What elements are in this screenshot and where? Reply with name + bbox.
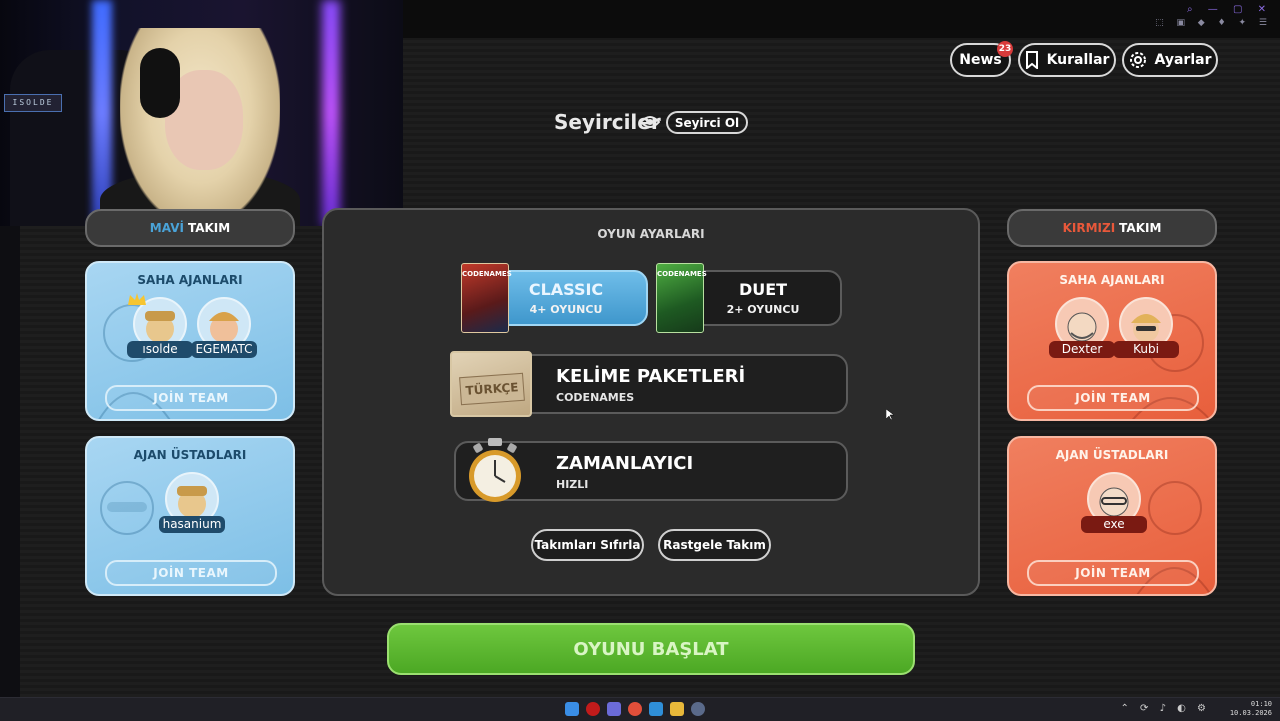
blue-operatives-card: SAHA AJANLARI ısolde EGEMATC JOİN TEAM [85,261,295,421]
word-packs-selection: CODENAMES [556,391,635,404]
red-team-label: TAKIM [1119,221,1162,235]
blue-operatives-title: SAHA AJANLARI [137,273,243,287]
taskbar-apps [565,702,705,716]
blue-team-header: MAVİ TAKIM [85,209,295,247]
start-game-button[interactable]: OYUNU BAŞLAT [387,623,915,675]
timer-title: ZAMANLAYICI [556,453,694,474]
clock-time: 01:10 [1250,700,1272,708]
red-operatives-card: SAHA AJANLARI Dexter Kubi JOİN TEAM [1007,261,1217,421]
red-spymasters-title: AJAN ÜSTADLARI [1055,448,1169,462]
folder-icon[interactable] [670,702,684,716]
windows-start-icon[interactable] [565,702,579,716]
left-edge [0,226,20,697]
mode-name: DUET [738,280,788,299]
player-name: hasanium [159,516,225,533]
random-teams-button[interactable]: Rastgele Takım [658,529,771,561]
box-art-title: CODENAMES [462,270,512,278]
rules-button[interactable]: Kurallar [1018,43,1116,77]
mode-players: 4+ OYUNCU [529,303,603,316]
join-blue-operatives-button[interactable]: JOİN TEAM [105,385,277,411]
player-name: Dexter [1049,341,1115,358]
mode-name: CLASSIC [528,280,604,299]
join-red-operatives-button[interactable]: JOİN TEAM [1027,385,1199,411]
blue-spymasters-title: AJAN ÜSTADLARI [133,448,247,462]
blue-team-name: MAVİ [149,221,184,235]
player-egematc: EGEMATC [191,297,257,367]
red-team-header: KIRMIZI TAKIM [1007,209,1217,247]
player-kubi: Kubi [1113,297,1179,367]
clock-date: 10.03.2026 [1229,709,1272,717]
crown-icon [128,293,146,305]
rules-label: Kurallar [1046,52,1110,68]
language-tag: TÜRKÇE [459,372,525,406]
opera-icon[interactable] [586,702,600,716]
duet-mode-button[interactable]: DUET 2+ OYUNCU [684,270,842,326]
player-name: exe [1081,516,1147,533]
settings-button[interactable]: Ayarlar [1122,43,1218,77]
system-tray[interactable]: ⌃ ⟳ ♪ ◐ ⚙ [1120,703,1210,714]
player-name: EGEMATC [191,341,257,358]
join-red-spymasters-button[interactable]: JOİN TEAM [1027,560,1199,586]
taskbar-clock[interactable]: 01:10 10.03.2026 [1230,700,1272,718]
webcam-headset [140,48,180,118]
bookmark-icon [1025,51,1038,69]
news-count-badge: 23 [997,41,1013,57]
browser-extension-icons[interactable]: ⬚ ▣ ◆ ♦ ✦ ☰ [1155,18,1272,28]
red-operatives-title: SAHA AJANLARI [1059,273,1165,287]
app-icon[interactable] [691,702,705,716]
outlook-icon[interactable] [649,702,663,716]
become-spectator-button[interactable]: Seyirci Ol [666,111,748,134]
webcam-sign: ISOLDE [4,94,62,112]
red-spymasters-card: AJAN ÜSTADLARI exe JOİN TEAM [1007,436,1217,596]
blue-spymasters-card: AJAN ÜSTADLARI hasanium JOİN TEAM [85,436,295,596]
webcam-purple-light [322,0,340,226]
player-exe: exe [1081,472,1147,542]
player-isolde: ısolde [127,293,193,367]
webcam-overlay: ISOLDE [0,0,403,226]
news-label: News [959,52,1002,68]
word-packs-title: KELİME PAKETLERİ [556,366,746,387]
player-hasanium: hasanium [159,472,225,542]
duet-box-art: CODENAMES [656,263,707,333]
browser-icon[interactable] [628,702,642,716]
player-dexter: Dexter [1049,297,1115,367]
discord-icon[interactable] [607,702,621,716]
timer-speed: HIZLI [556,478,589,491]
word-pack-box-art: TÜRKÇE [450,351,532,417]
window-controls[interactable]: ⌕ — ▢ ✕ [1187,4,1272,15]
player-name: Kubi [1113,341,1179,358]
settings-label: Ayarlar [1154,52,1212,68]
red-team-name: KIRMIZI [1062,221,1116,235]
taskbar: ⌃ ⟳ ♪ ◐ ⚙ 01:10 10.03.2026 [0,697,1280,721]
reset-teams-button[interactable]: Takımları Sıfırla [531,529,644,561]
box-art-title: CODENAMES [657,270,707,278]
mode-players: 2+ OYUNCU [726,303,800,316]
blue-team-label: TAKIM [187,221,231,235]
join-blue-spymasters-button[interactable]: JOİN TEAM [105,560,277,586]
news-button[interactable]: News 23 [950,41,1013,77]
gear-icon [1129,52,1146,68]
classic-box-art: CODENAMES [461,263,512,333]
eye-icon [640,116,660,128]
mouse-cursor-icon [886,409,894,421]
player-name: ısolde [127,341,193,358]
game-settings-title: OYUN AYARLARI [597,227,705,241]
stopwatch-icon [469,438,521,502]
